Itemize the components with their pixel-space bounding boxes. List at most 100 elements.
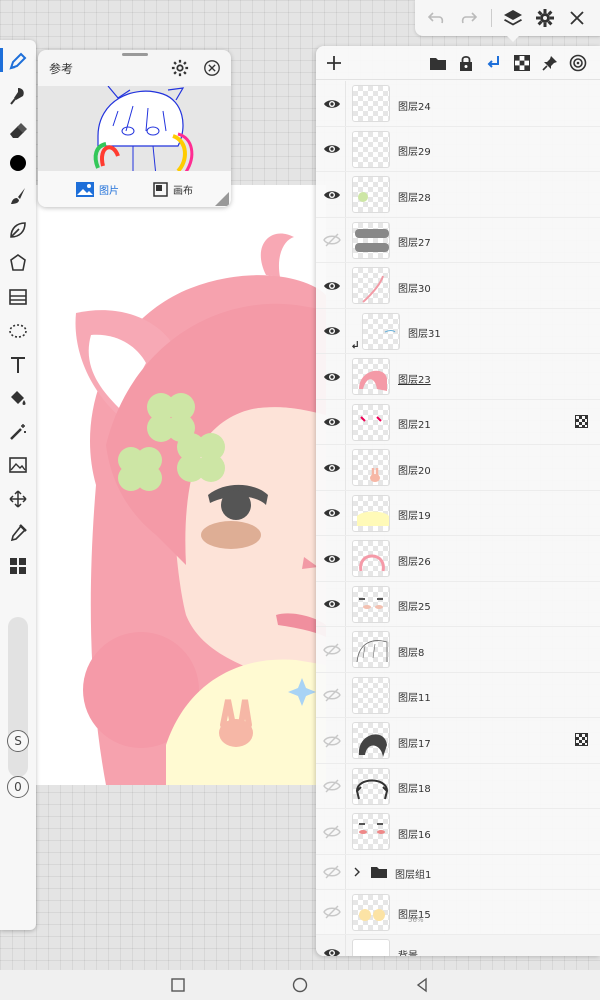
fill-icon[interactable] — [5, 385, 31, 411]
layer-row[interactable]: 图层20 — [316, 445, 600, 491]
top-action-bar — [415, 0, 600, 42]
divider — [345, 672, 346, 717]
eye-hidden-icon[interactable] — [323, 642, 341, 658]
layer-row[interactable]: 图层19 — [316, 490, 600, 536]
eye-icon[interactable] — [323, 414, 341, 430]
layer-row[interactable]: 图层21 — [316, 399, 600, 445]
leaf-brush-icon[interactable] — [5, 217, 31, 243]
eye-hidden-icon[interactable] — [323, 904, 341, 920]
eraser-icon[interactable] — [5, 117, 31, 143]
eye-icon[interactable] — [323, 551, 341, 567]
settings-icon[interactable] — [534, 7, 556, 29]
folder-icon[interactable] — [428, 53, 448, 73]
layer-row[interactable]: 图层15 56% — [316, 889, 600, 935]
back-icon[interactable] — [414, 977, 430, 993]
eye-icon[interactable] — [323, 141, 341, 157]
add-layer-icon[interactable] — [324, 53, 344, 73]
layer-row[interactable]: 图层11 — [316, 672, 600, 718]
eye-hidden-icon[interactable] — [323, 824, 341, 840]
shape-icon[interactable] — [5, 250, 31, 276]
close-icon[interactable] — [203, 59, 221, 77]
drawing-canvas[interactable] — [36, 185, 326, 785]
pen-icon[interactable] — [5, 48, 31, 74]
layer-name: 图层29 — [398, 147, 431, 159]
layer-name: 图层8 — [398, 647, 425, 659]
undo-icon[interactable] — [425, 7, 447, 29]
reference-title: 参考 — [49, 62, 74, 76]
eye-hidden-icon[interactable] — [323, 687, 341, 703]
layer-row[interactable]: 图层28 — [316, 172, 600, 218]
eye-icon[interactable] — [323, 278, 341, 294]
divider — [345, 718, 346, 763]
home-icon[interactable] — [292, 977, 308, 993]
divider — [345, 581, 346, 626]
layer-row[interactable]: 图层30 — [316, 263, 600, 309]
layer-opacity-label: 56% — [408, 915, 424, 924]
layer-row[interactable]: 图层18 — [316, 763, 600, 809]
filter-icon[interactable] — [5, 284, 31, 310]
layer-row[interactable]: 图层26 — [316, 536, 600, 582]
color-swatch[interactable] — [5, 150, 31, 176]
layer-row[interactable]: 图层27 — [316, 217, 600, 263]
chevron-right-icon[interactable] — [352, 867, 362, 877]
eye-hidden-icon[interactable] — [323, 232, 341, 248]
eye-icon[interactable] — [323, 460, 341, 476]
lock-icon[interactable] — [456, 53, 476, 73]
canvas-icon — [153, 181, 168, 197]
layer-row[interactable]: 图层25 — [316, 581, 600, 627]
eye-icon[interactable] — [323, 505, 341, 521]
eye-icon[interactable] — [323, 945, 341, 956]
resize-handle[interactable] — [215, 191, 229, 206]
brush-size-slider[interactable] — [8, 617, 28, 777]
eye-icon[interactable] — [323, 323, 341, 339]
grid-icon[interactable] — [5, 553, 31, 579]
size-button[interactable]: S — [7, 730, 29, 752]
layer-row[interactable]: 图层16 — [316, 809, 600, 855]
recents-icon[interactable] — [170, 977, 186, 993]
eye-icon[interactable] — [323, 96, 341, 112]
layer-name: 图层28 — [398, 192, 431, 204]
lasso-icon[interactable] — [5, 318, 31, 344]
layer-row[interactable]: 图层31 — [316, 308, 600, 354]
close-icon[interactable] — [566, 7, 588, 29]
opacity-button[interactable]: 0 — [7, 776, 29, 798]
layer-row[interactable]: 图层8 — [316, 627, 600, 673]
text-icon[interactable] — [5, 352, 31, 378]
redo-icon[interactable] — [458, 7, 480, 29]
layer-row[interactable]: 图层23 — [316, 354, 600, 400]
layer-row[interactable]: 图层29 — [316, 126, 600, 172]
layers-panel-header — [316, 46, 600, 80]
divider — [345, 172, 346, 217]
layer-group-row[interactable]: 图层组1 — [316, 854, 600, 890]
eye-hidden-icon[interactable] — [323, 864, 341, 880]
pin-icon[interactable] — [540, 53, 560, 73]
layer-thumbnail — [352, 676, 390, 714]
alpha-lock-icon[interactable] — [512, 53, 532, 73]
tab-image[interactable]: 图片 — [76, 181, 119, 197]
layers-icon[interactable] — [502, 7, 524, 29]
eye-hidden-icon[interactable] — [323, 778, 341, 794]
layer-name: 图层30 — [398, 283, 431, 295]
layer-name: 图层21 — [398, 420, 431, 432]
layer-row[interactable]: 图层24 — [316, 81, 600, 127]
eye-hidden-icon[interactable] — [323, 733, 341, 749]
tab-canvas[interactable]: 画布 — [153, 181, 193, 197]
settings-icon[interactable] — [171, 59, 189, 77]
layer-thumbnail — [352, 176, 390, 213]
magic-wand-icon[interactable] — [5, 419, 31, 445]
divider — [345, 354, 346, 399]
transform-icon[interactable] — [5, 486, 31, 512]
clip-icon[interactable] — [484, 53, 504, 73]
image-adjust-icon[interactable] — [5, 452, 31, 478]
target-icon[interactable] — [568, 53, 588, 73]
layer-row[interactable]: 图层17 — [316, 718, 600, 764]
artwork — [75, 233, 326, 785]
layer-row[interactable]: 背景 — [316, 935, 600, 956]
eyedropper-icon[interactable] — [5, 520, 31, 546]
eye-icon[interactable] — [323, 187, 341, 203]
eye-icon[interactable] — [323, 596, 341, 612]
drag-handle[interactable] — [122, 53, 148, 56]
eye-icon[interactable] — [323, 369, 341, 385]
brush-icon[interactable] — [5, 183, 31, 209]
smudge-icon[interactable] — [5, 83, 31, 109]
